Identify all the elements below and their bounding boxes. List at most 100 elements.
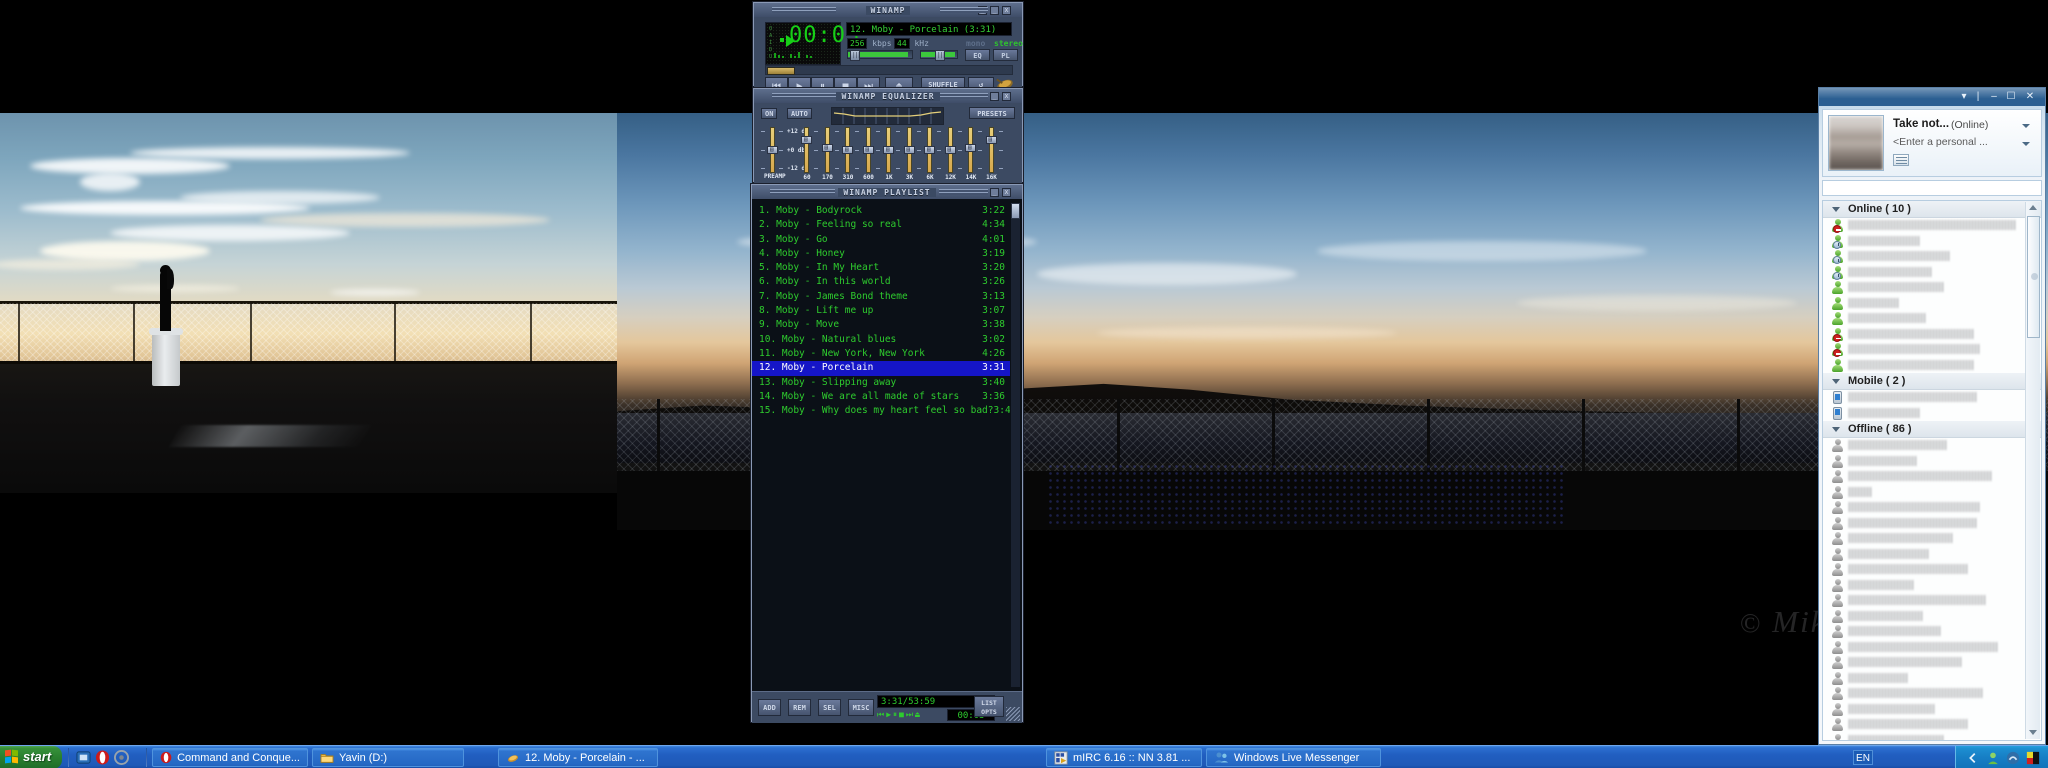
contact-row[interactable]: [1823, 265, 2041, 281]
contact-row[interactable]: [1823, 702, 2041, 718]
playlist-scrollbar-thumb[interactable]: [1011, 203, 1020, 219]
contact-group-header[interactable]: Mobile ( 2 ): [1823, 373, 2041, 390]
show-hidden-icons-icon[interactable]: [1966, 751, 1980, 765]
contact-row[interactable]: [1823, 733, 2041, 742]
playlist-add-button[interactable]: ADD: [758, 699, 781, 716]
playlist-row[interactable]: 3. Moby - Go4:01: [752, 233, 1010, 247]
eq-band-slider-600[interactable]: [863, 127, 874, 173]
playlist-misc-button[interactable]: MISC: [848, 699, 874, 716]
playlist-select-button[interactable]: SEL: [818, 699, 841, 716]
contact-row[interactable]: [1823, 280, 2041, 296]
contact-row[interactable]: [1823, 516, 2041, 532]
contact-group-header[interactable]: Offline ( 86 ): [1823, 421, 2041, 438]
taskbar-item-mirc[interactable]: mIRC 6.16 :: NN 3.81 ...: [1046, 748, 1202, 767]
note-icon[interactable]: [1893, 154, 1909, 166]
contact-list[interactable]: Online ( 10 ) Mobile ( 2 ) Offline ( 86 ): [1822, 200, 2042, 741]
color-tray-icon[interactable]: [2026, 751, 2040, 765]
language-indicator[interactable]: EN: [1853, 750, 1873, 765]
contact-scrollbar-thumb[interactable]: [2027, 216, 2040, 338]
playlist-scrollbar[interactable]: [1011, 203, 1020, 687]
messenger-close-button[interactable]: ✕: [2023, 90, 2037, 103]
eq-band-slider-60[interactable]: [801, 127, 812, 173]
eq-band-knob[interactable]: [986, 136, 997, 144]
playlist-row[interactable]: 13. Moby - Slipping away3:40: [752, 376, 1010, 390]
playlist-row[interactable]: 11. Moby - New York, New York4:26: [752, 347, 1010, 361]
contact-row[interactable]: [1823, 342, 2041, 358]
winamp-equalizer-window[interactable]: WINAMP EQUALIZER _ x ON AUTO: [753, 88, 1023, 182]
playlist-remove-button[interactable]: REM: [788, 699, 811, 716]
pl-toggle-button[interactable]: PL: [993, 49, 1018, 61]
playlist-row[interactable]: 7. Moby - James Bond theme3:13: [752, 290, 1010, 304]
eq-band-knob[interactable]: [863, 146, 874, 154]
eq-auto-toggle[interactable]: AUTO: [787, 108, 812, 119]
messenger-menu-button[interactable]: ▾: [1957, 90, 1971, 103]
contact-row[interactable]: [1823, 562, 2041, 578]
contact-row[interactable]: [1823, 358, 2041, 374]
playlist-close-button[interactable]: x: [1002, 188, 1011, 197]
contact-row[interactable]: [1823, 671, 2041, 687]
eq-band-knob[interactable]: [801, 136, 812, 144]
taskbar-item-command-and-conquer[interactable]: Command and Conque...: [152, 748, 308, 767]
contact-row[interactable]: [1823, 296, 2041, 312]
messenger-search-bar[interactable]: [1822, 180, 2042, 196]
eq-band-slider-6K[interactable]: [924, 127, 935, 173]
contact-row[interactable]: [1823, 485, 2041, 501]
eq-presets-button[interactable]: PRESETS: [969, 107, 1015, 119]
taskbar-item-windows-live-messenger[interactable]: Windows Live Messenger: [1206, 748, 1381, 767]
quick-launch-bar[interactable]: [72, 748, 133, 767]
playlist-row[interactable]: 5. Moby - In My Heart3:20: [752, 261, 1010, 275]
contact-row[interactable]: [1823, 218, 2041, 234]
eq-preamp-knob[interactable]: [767, 146, 778, 154]
media-icon[interactable]: [114, 750, 129, 765]
playlist-row[interactable]: 10. Moby - Natural blues3:02: [752, 333, 1010, 347]
eq-band-slider-1K[interactable]: [883, 127, 894, 173]
contact-row[interactable]: [1823, 327, 2041, 343]
playlist-track-list[interactable]: 1. Moby - Bodyrock3:222. Moby - Feeling …: [752, 204, 1010, 689]
contact-row[interactable]: [1823, 469, 2041, 485]
playlist-list-opts-button[interactable]: LISTOPTS: [974, 696, 1004, 717]
contact-row[interactable]: [1823, 609, 2041, 625]
playlist-row[interactable]: 15. Moby - Why does my heart feel so bad…: [752, 404, 1010, 418]
taskbar-item-winamp[interactable]: 12. Moby - Porcelain - ...: [498, 748, 658, 767]
balance-slider[interactable]: [920, 50, 958, 59]
contact-row[interactable]: [1823, 500, 2041, 516]
messenger-minimize-button[interactable]: –: [1987, 90, 2001, 103]
eq-band-knob[interactable]: [822, 144, 833, 152]
playlist-row[interactable]: 4. Moby - Honey3:19: [752, 247, 1010, 261]
personal-message-chevron-down-icon[interactable]: [2022, 140, 2031, 149]
mirc-tray-icon[interactable]: [2006, 751, 2020, 765]
equalizer-close-button[interactable]: x: [1002, 92, 1011, 101]
eq-on-toggle[interactable]: ON: [761, 108, 777, 119]
contact-row[interactable]: [1823, 578, 2041, 594]
eq-preamp-slider[interactable]: [767, 127, 778, 173]
eq-band-slider-16K[interactable]: [986, 127, 997, 173]
equalizer-shade-button[interactable]: _: [990, 92, 999, 101]
eq-band-knob[interactable]: [924, 146, 935, 154]
eq-band-slider-170[interactable]: [822, 127, 833, 173]
status-chevron-down-icon[interactable]: [2022, 122, 2031, 131]
playlist-titlebar[interactable]: WINAMP PLAYLIST _ x: [752, 185, 1022, 199]
windows-live-messenger-window[interactable]: ▾ | – ☐ ✕ Take not... (Online) <Enter a …: [1818, 87, 2046, 745]
winamp-minimize-button[interactable]: _: [990, 6, 999, 15]
display-name[interactable]: Take not...: [1893, 118, 1949, 130]
eq-toggle-button[interactable]: EQ: [965, 49, 990, 61]
contact-row[interactable]: [1823, 249, 2041, 265]
eq-band-knob[interactable]: [945, 146, 956, 154]
winamp-close-button[interactable]: x: [1002, 6, 1011, 15]
equalizer-titlebar[interactable]: WINAMP EQUALIZER _ x: [754, 89, 1022, 103]
balance-knob[interactable]: [935, 50, 945, 61]
contact-row[interactable]: [1823, 640, 2041, 656]
contact-group-header[interactable]: Online ( 10 ): [1823, 201, 2041, 218]
playlist-mini-controls[interactable]: ⏮▶⏸■⏭⏏: [877, 709, 937, 721]
playlist-row[interactable]: 12. Moby - Porcelain3:31: [752, 361, 1010, 375]
eq-band-slider-14K[interactable]: [965, 127, 976, 173]
eq-band-knob[interactable]: [883, 146, 894, 154]
eq-band-knob[interactable]: [904, 146, 915, 154]
eq-band-knob[interactable]: [965, 144, 976, 152]
messenger-titlebar[interactable]: ▾ | – ☐ ✕: [1819, 88, 2045, 106]
opera-icon[interactable]: [95, 750, 110, 765]
eq-band-slider-310[interactable]: [842, 127, 853, 173]
status-text[interactable]: (Online): [1951, 119, 1988, 131]
playlist-row[interactable]: 14. Moby - We are all made of stars3:36: [752, 390, 1010, 404]
contact-row[interactable]: [1823, 531, 2041, 547]
